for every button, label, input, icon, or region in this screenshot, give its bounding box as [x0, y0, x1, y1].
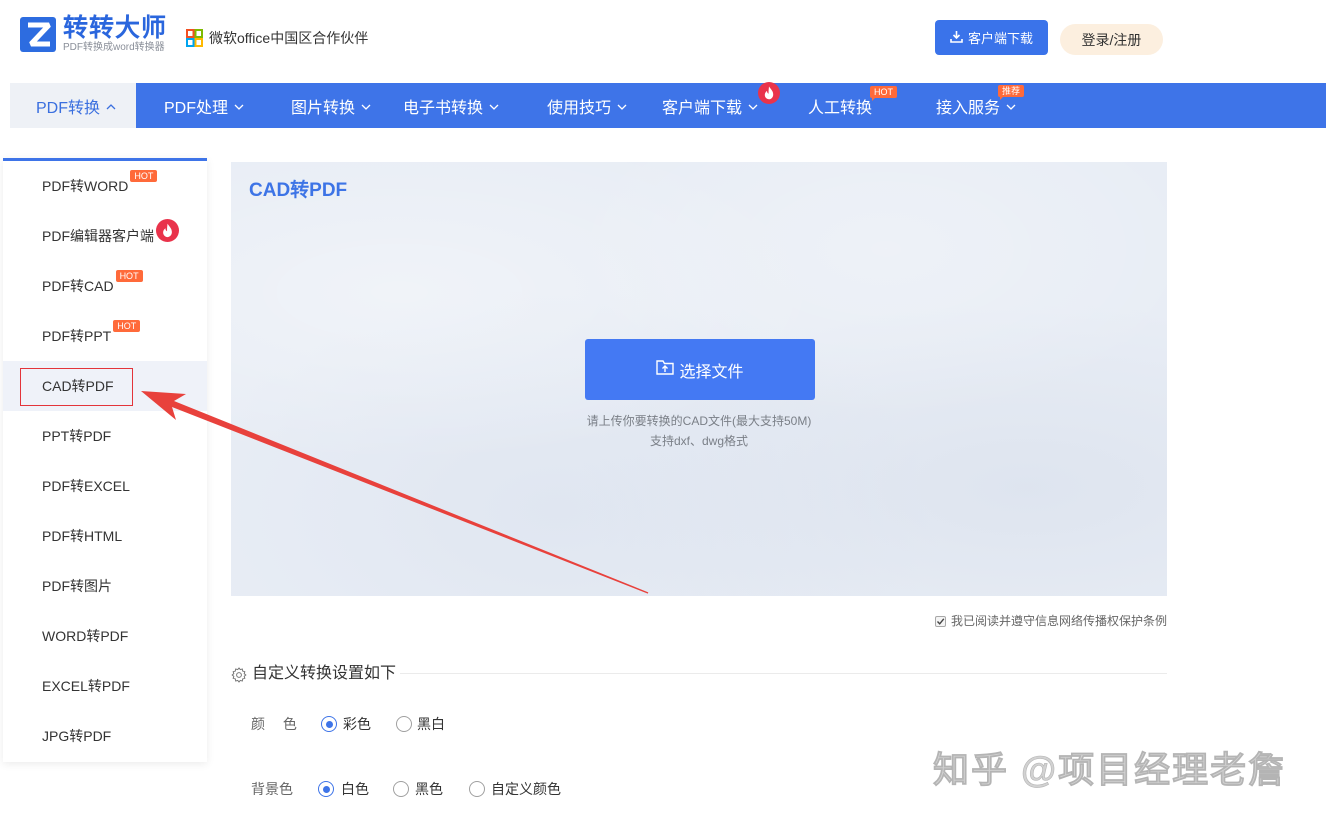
sidebar-item-ppt-to-pdf[interactable]: PPT转PDF [3, 411, 207, 461]
download-icon [950, 30, 963, 46]
bg-white-radio[interactable] [318, 781, 334, 797]
sidebar-item-label: PPT转PDF [42, 428, 112, 444]
mono-option-label[interactable]: 黑白 [417, 716, 445, 732]
divider [400, 673, 1167, 674]
sidebar-item-pdf-to-image[interactable]: PDF转图片 [3, 561, 207, 611]
sidebar-item-cad-to-pdf[interactable]: CAD转PDF [3, 361, 207, 411]
bg-black-label[interactable]: 黑色 [415, 781, 443, 797]
login-register-button[interactable]: 登录/注册 [1060, 24, 1163, 55]
color-option-label[interactable]: 彩色 [343, 716, 371, 732]
main-nav: PDF转换 PDF处理 图片转换 电子书转换 使用技巧 客户端下载 人工转换 H… [10, 82, 1326, 128]
office-partner-icon [186, 29, 203, 47]
partner-text: 微软office中国区合作伙伴 [209, 30, 369, 46]
upload-panel[interactable]: CAD转PDF 选择文件 请上传你要转换的CAD文件(最大支持50M) 支持dx… [231, 162, 1167, 596]
nav-item-label: 使用技巧 [547, 99, 612, 117]
select-file-button[interactable]: 选择文件 [585, 339, 815, 400]
sidebar-item-label: PDF转HTML [42, 528, 123, 544]
background-color-label: 背景色 [251, 781, 293, 797]
zhuanzhuan-logo-icon[interactable] [20, 17, 56, 52]
logo-title[interactable]: 转转大师 [63, 13, 167, 43]
bg-white-label[interactable]: 白色 [341, 781, 369, 797]
sidebar: PDF转WORD HOT PDF编辑器客户端 PDF转CAD HOT PDF转PPT… [3, 158, 207, 762]
sidebar-item-label: PDF转CAD [42, 278, 114, 294]
sidebar-item-word-to-pdf[interactable]: WORD转PDF [3, 611, 207, 661]
upload-hint: 请上传你要转换的CAD文件(最大支持50M) [586, 414, 812, 428]
nav-item-label: PDF处理 [164, 99, 229, 117]
bg-custom-radio[interactable] [469, 781, 485, 797]
sidebar-item-label: JPG转PDF [42, 728, 112, 744]
hot-badge: HOT [113, 320, 141, 332]
agreement-checkbox[interactable] [935, 616, 946, 627]
nav-item-label: 客户端下载 [662, 99, 743, 117]
chevron-up-icon [106, 97, 116, 115]
sidebar-item-pdf-to-html[interactable]: PDF转HTML [3, 511, 207, 561]
sidebar-item-label: WORD转PDF [42, 628, 129, 644]
hot-badge: HOT [115, 270, 143, 282]
folder-upload-icon [656, 359, 675, 380]
chevron-down-icon [234, 97, 244, 115]
chevron-down-icon [617, 97, 627, 115]
bg-black-radio[interactable] [393, 781, 409, 797]
sidebar-item-pdf-to-excel[interactable]: PDF转EXCEL [3, 461, 207, 511]
watermark: 知乎 @项目经理老詹 [933, 749, 1287, 791]
nav-item-label: 接入服务 [936, 99, 1001, 117]
nav-item-manual-convert[interactable]: 人工转换 [808, 83, 872, 128]
bg-custom-label[interactable]: 自定义颜色 [491, 781, 561, 797]
sidebar-item-label: PDF转EXCEL [42, 478, 130, 494]
chevron-down-icon [1006, 97, 1016, 115]
client-download-button[interactable]: 客户端下载 [935, 20, 1048, 55]
chevron-down-icon [748, 97, 758, 115]
nav-item-client-download[interactable]: 客户端下载 [662, 83, 758, 128]
recommend-badge: 推荐 [998, 85, 1025, 100]
fire-icon [156, 212, 179, 242]
fire-icon [758, 82, 780, 104]
nav-item-tips[interactable]: 使用技巧 [547, 83, 627, 128]
nav-item-label: 人工转换 [808, 99, 873, 117]
nav-item-pdf-processing[interactable]: PDF处理 [164, 83, 244, 128]
sidebar-item-pdf-to-ppt[interactable]: PDF转PPT HOT [3, 311, 207, 361]
sidebar-item-label: EXCEL转PDF [42, 678, 130, 694]
sidebar-item-label: PDF转PPT [42, 328, 112, 344]
sidebar-item-pdf-to-word[interactable]: PDF转WORD HOT [3, 161, 207, 211]
select-file-label: 选择文件 [679, 363, 744, 381]
page-title: CAD转PDF [249, 180, 348, 201]
settings-heading: 自定义转换设置如下 [252, 665, 397, 682]
nav-item-label: 图片转换 [291, 99, 356, 117]
agreement-text[interactable]: 我已阅读并遵守信息网络传播权保护条例 [951, 613, 1167, 629]
format-hint: 支持dxf、dwg格式 [649, 434, 749, 448]
chevron-down-icon [489, 97, 499, 115]
logo-subtitle: PDF转换成word转换器 [63, 42, 165, 53]
sidebar-item-pdf-to-cad[interactable]: PDF转CAD HOT [3, 261, 207, 311]
color-option-radio[interactable] [321, 716, 337, 732]
sidebar-item-label: PDF编辑器客户端 [42, 228, 154, 244]
sidebar-item-pdf-editor-client[interactable]: PDF编辑器客户端 [3, 211, 207, 261]
sidebar-item-label: PDF转图片 [42, 578, 112, 594]
nav-item-pdf-convert[interactable]: PDF转换 [10, 83, 136, 128]
nav-item-image-convert[interactable]: 图片转换 [291, 83, 371, 128]
nav-item-label: 电子书转换 [403, 99, 484, 117]
gear-icon [231, 667, 247, 683]
hot-badge: HOT [870, 86, 897, 101]
sidebar-item-excel-to-pdf[interactable]: EXCEL转PDF [3, 661, 207, 711]
chevron-down-icon [361, 97, 371, 115]
nav-item-label: PDF转换 [36, 99, 101, 117]
client-download-label: 客户端下载 [967, 31, 1033, 46]
hot-badge: HOT [130, 170, 158, 182]
color-label: 颜 色 [251, 716, 297, 732]
sidebar-item-jpg-to-pdf[interactable]: JPG转PDF [3, 711, 207, 761]
mono-option-radio[interactable] [396, 716, 412, 732]
nav-item-ebook-convert[interactable]: 电子书转换 [403, 83, 499, 128]
sidebar-item-label: CAD转PDF [42, 378, 114, 394]
sidebar-item-label: PDF转WORD [42, 178, 129, 194]
